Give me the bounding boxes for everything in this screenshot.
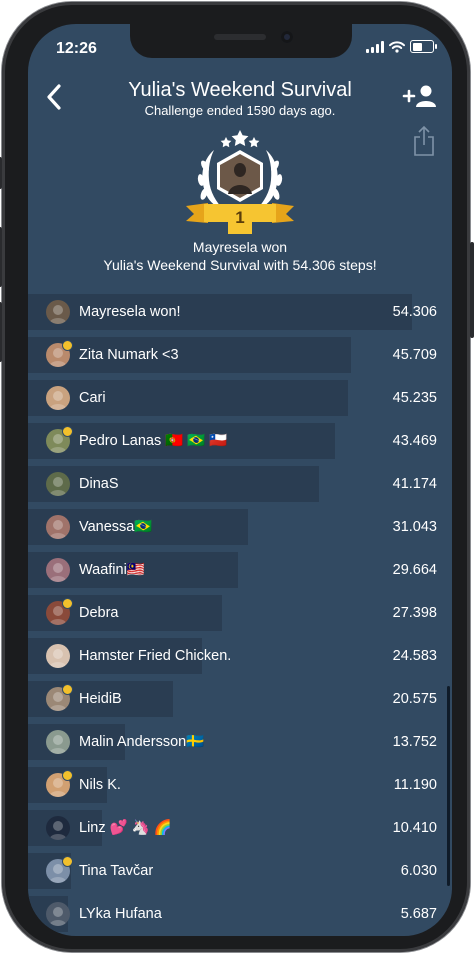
avatar <box>46 730 70 754</box>
step-count: 41.174 <box>392 476 437 492</box>
add-user-icon[interactable] <box>402 84 438 108</box>
participant-name: Linz 💕 🦄 🌈 <box>79 820 172 836</box>
ranking-row[interactable]: Malin Andersson🇸🇪 13.752 <box>28 724 452 760</box>
ranking-row[interactable]: Pedro Lanas 🇵🇹 🇧🇷 🇨🇱 43.469 <box>28 423 452 459</box>
ranking-row[interactable]: Hamster Fried Chicken. 24.583 <box>28 638 452 674</box>
step-count: 10.410 <box>392 820 437 836</box>
volume-up-button <box>0 227 2 287</box>
step-count: 31.043 <box>392 519 437 535</box>
participant-name: HeidiB <box>79 691 122 707</box>
step-bar <box>28 337 351 373</box>
winner-place: 1 <box>235 208 245 227</box>
participant-name: DinaS <box>79 476 119 492</box>
share-icon[interactable] <box>412 125 436 157</box>
notch <box>130 24 352 58</box>
ranking-row[interactable]: Debra 27.398 <box>28 595 452 631</box>
step-count: 5.687 <box>400 906 437 922</box>
winner-text: Mayresela won <box>192 239 288 255</box>
step-count: 29.664 <box>392 562 437 578</box>
battery-icon <box>410 40 437 53</box>
participant-name: Tina Tavčar <box>79 863 154 879</box>
avatar <box>46 558 70 582</box>
ranking-row[interactable]: Waafini🇲🇾 29.664 <box>28 552 452 588</box>
step-count: 11.190 <box>393 777 437 793</box>
speaker <box>214 34 266 40</box>
ranking-row[interactable]: Cari 45.235 <box>28 380 452 416</box>
step-count: 54.306 <box>392 304 437 320</box>
badge-icon <box>62 770 73 781</box>
back-chevron-icon[interactable] <box>42 82 68 112</box>
participant-name: Debra <box>79 605 119 621</box>
ranking-row[interactable]: Linz 💕 🦄 🌈 10.410 <box>28 810 452 846</box>
ranking-row[interactable]: Zita Numark <3 45.709 <box>28 337 452 373</box>
ranking-row[interactable]: HeidiB 20.575 <box>28 681 452 717</box>
badge-icon <box>62 598 73 609</box>
step-count: 24.583 <box>392 648 437 664</box>
phone-frame: 12:26 Yulia's Weekend Survival Challenge… <box>0 2 474 952</box>
step-count: 20.575 <box>392 691 437 707</box>
badge-icon <box>62 426 73 437</box>
volume-down-button <box>0 302 2 362</box>
step-bar <box>28 380 348 416</box>
participant-name: Nils K. <box>79 777 121 793</box>
camera <box>281 31 293 43</box>
participant-name: Hamster Fried Chicken. <box>79 648 232 664</box>
step-bar <box>28 466 319 502</box>
badge-icon <box>62 340 73 351</box>
avatar <box>46 644 70 668</box>
step-count: 13.752 <box>392 734 437 750</box>
avatar <box>46 515 70 539</box>
winner-detail: Yulia's Weekend Survival with 54.306 ste… <box>103 257 377 273</box>
participant-name: Malin Andersson🇸🇪 <box>79 734 205 750</box>
participant-name: Waafini🇲🇾 <box>79 562 145 578</box>
participant-name: Vanessa🇧🇷 <box>79 519 153 535</box>
ranking-row[interactable]: LYka Hufana 5.687 <box>28 896 452 932</box>
step-count: 45.709 <box>392 347 437 363</box>
ranking-row[interactable]: Tina Tavčar 6.030 <box>28 853 452 889</box>
step-count: 43.469 <box>392 433 437 449</box>
silent-switch <box>0 157 2 189</box>
step-count: 6.030 <box>400 863 437 879</box>
avatar <box>46 816 70 840</box>
avatar <box>46 300 70 324</box>
status-time: 12:26 <box>56 40 97 57</box>
step-count: 45.235 <box>392 390 437 406</box>
badge-icon <box>62 684 73 695</box>
page-subtitle: Challenge ended 1590 days ago. <box>144 103 336 118</box>
avatar <box>46 472 70 496</box>
wifi-icon <box>389 40 405 53</box>
ranking-row[interactable]: Nils K. 11.190 <box>28 767 452 803</box>
app-screen: 12:26 Yulia's Weekend Survival Challenge… <box>28 24 452 936</box>
participant-name: Mayresela won! <box>79 304 181 320</box>
avatar <box>46 902 70 926</box>
participant-name: Cari <box>79 390 106 406</box>
ranking-row[interactable]: Mayresela won! 54.306 <box>28 294 452 330</box>
step-count: 27.398 <box>392 605 437 621</box>
page-title: Yulia's Weekend Survival <box>128 79 352 101</box>
signal-icon <box>366 40 384 53</box>
status-icons <box>366 40 437 53</box>
avatar <box>46 386 70 410</box>
participant-name: Pedro Lanas 🇵🇹 🇧🇷 🇨🇱 <box>79 433 228 449</box>
participant-name: LYka Hufana <box>79 906 162 922</box>
badge-icon <box>62 856 73 867</box>
participant-name: Zita Numark <3 <box>79 347 179 363</box>
power-button <box>470 242 474 338</box>
ranking-row[interactable]: DinaS 41.174 <box>28 466 452 502</box>
ranking-row[interactable]: Vanessa🇧🇷 31.043 <box>28 509 452 545</box>
star-icon <box>220 130 260 148</box>
scrollbar[interactable] <box>447 686 450 886</box>
